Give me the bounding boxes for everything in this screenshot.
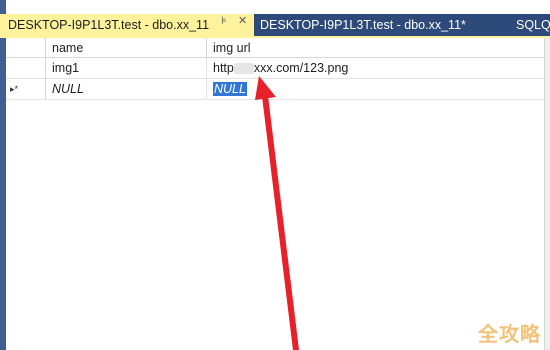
column-header-label: img url	[213, 41, 251, 55]
cell-value: img1	[52, 61, 80, 75]
cell-value-suffix: xxx.com/123.png	[253, 61, 349, 75]
cell-img-url[interactable]: http xxx.com/123.png	[207, 58, 544, 79]
column-header-label: name	[52, 41, 84, 55]
tab-label: DESKTOP-I9P1L3T.test - dbo.xx_11	[8, 18, 210, 32]
document-tab-bar: DESKTOP-I9P1L3T.test - dbo.xx_11 ⊧ ✕ DES…	[0, 14, 550, 36]
tab-sqlquery[interactable]: SQLQ	[516, 14, 550, 36]
watermark-logo: 全攻略	[478, 322, 541, 346]
row-selector-glyph: ▸*	[10, 84, 19, 94]
results-grid: name img url img1 http xxx.com/123.png ▸*…	[6, 38, 544, 350]
vertical-scrollbar[interactable]	[544, 38, 550, 350]
cell-img-url-editing[interactable]: NULL	[207, 79, 544, 100]
row-selector[interactable]	[6, 58, 46, 79]
cell-name[interactable]: img1	[46, 58, 207, 79]
selected-cell-text[interactable]: NULL	[213, 82, 247, 96]
tab-label: SQLQ	[516, 18, 550, 32]
column-header-img-url[interactable]: img url	[207, 38, 544, 58]
close-icon[interactable]: ✕	[238, 14, 247, 27]
cell-value-prefix: http	[213, 61, 234, 75]
tab-dbo-xx-11-modified[interactable]: DESKTOP-I9P1L3T.test - dbo.xx_11*	[260, 14, 466, 36]
new-row-selector[interactable]: ▸*	[6, 79, 46, 100]
column-header-name[interactable]: name	[46, 38, 207, 58]
cell-name[interactable]: NULL	[46, 79, 207, 100]
redacted-region	[233, 63, 254, 75]
pin-icon[interactable]: ⊧	[221, 14, 227, 27]
tab-dbo-xx-11[interactable]: DESKTOP-I9P1L3T.test - dbo.xx_11	[0, 14, 254, 36]
grid-corner-cell[interactable]	[6, 38, 46, 58]
tab-label: DESKTOP-I9P1L3T.test - dbo.xx_11*	[260, 18, 466, 32]
cell-value: NULL	[52, 82, 84, 96]
